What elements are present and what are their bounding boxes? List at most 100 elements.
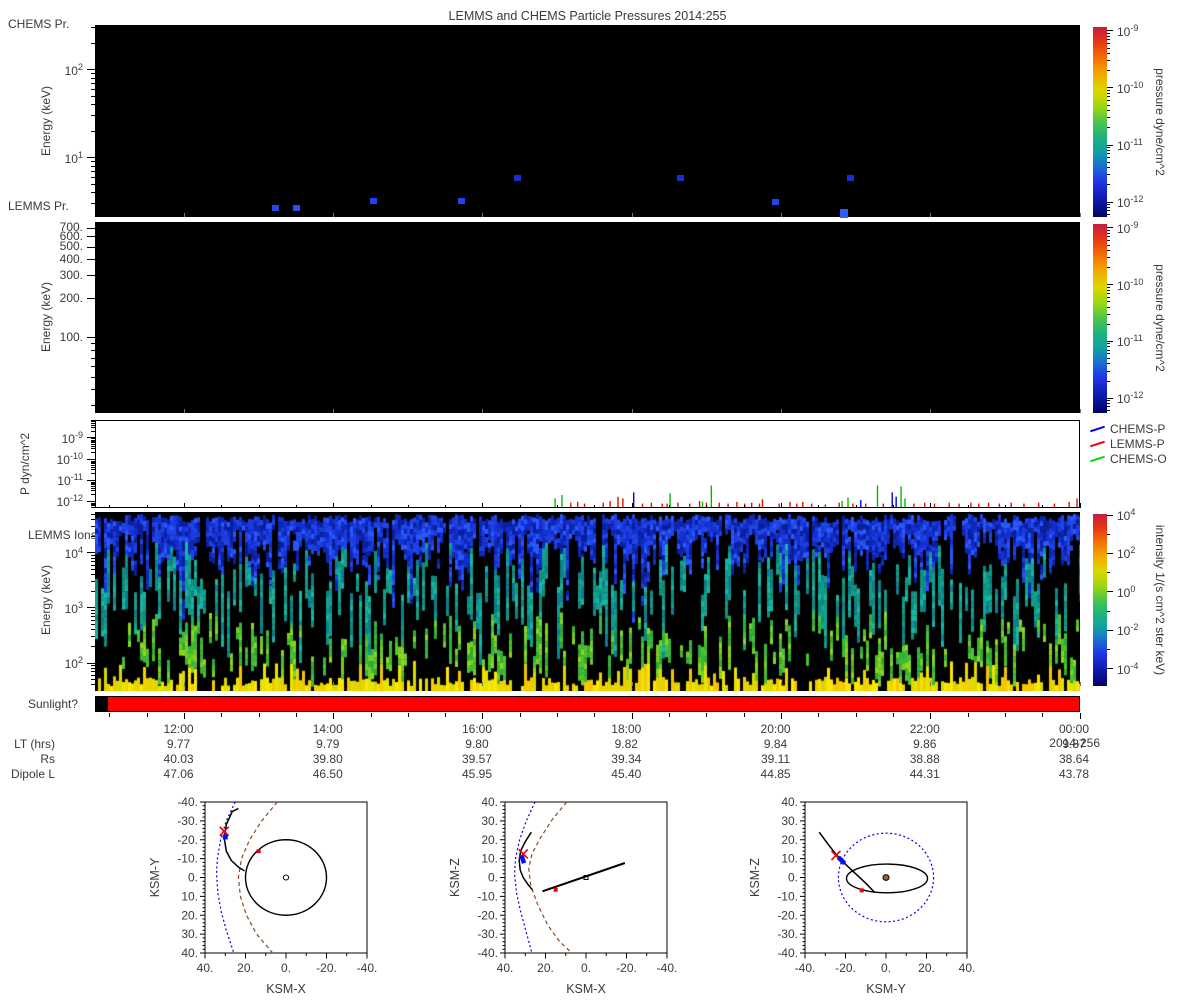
axis-minor-tick — [91, 27, 95, 29]
axis-minor-tick — [91, 192, 95, 194]
panel3-bottom-minor-tick — [221, 505, 223, 508]
panel3-bottom-minor-tick — [855, 505, 857, 508]
axis-minor-tick — [91, 459, 95, 461]
orbit-plot-3: 40. 30. 20. 10. 0. -10. -20. -30. -40.-40. -20. 0.… — [748, 795, 975, 996]
orbit-y-tick-label: 20. — [781, 833, 798, 847]
panel3-bottom-minor-tick — [594, 505, 596, 508]
axis-major-tick — [87, 275, 95, 277]
colorbar-minor-tick — [1107, 90, 1110, 92]
colorbar-tick-label: 10-9 — [1117, 219, 1139, 236]
orbit-square-marker — [256, 849, 261, 854]
axis-minor-tick — [91, 77, 95, 79]
colorbar-minor-tick — [1107, 104, 1110, 106]
panel-bottom-tick — [482, 409, 484, 413]
colorbar-major-tick — [1107, 201, 1113, 203]
rs-value: 39.11 — [760, 752, 791, 766]
end-date-label: 2014-256 — [1049, 736, 1100, 750]
colorbar-minor-tick — [1107, 296, 1110, 298]
lt-value: 9.77 — [166, 737, 191, 751]
colorbar-minor-tick — [1107, 230, 1110, 232]
panel3-bottom-minor-tick — [407, 505, 409, 508]
axis-minor-tick — [91, 104, 95, 106]
colorbar-tick-label: 102 — [1117, 545, 1136, 562]
time-major-tick — [930, 713, 932, 719]
orbit-y-tick-label: 40. — [481, 795, 498, 809]
axis-minor-tick — [91, 424, 95, 426]
time-tick-label: 20:00 — [760, 722, 791, 736]
time-major-tick — [333, 713, 335, 719]
colorbar-tick-label: 10-4 — [1117, 660, 1139, 677]
colorbar-minor-tick — [1107, 357, 1110, 359]
time-major-tick — [482, 713, 484, 719]
lt-value: 9.79 — [316, 737, 340, 751]
orbit-y-tick-label: -10. — [177, 852, 198, 866]
orbit-curve-bow-shock — [513, 801, 536, 954]
colorbar-minor-tick — [1107, 147, 1110, 149]
panel3-bottom-minor-tick — [146, 505, 148, 508]
orbit-y-tick-label: -40. — [177, 795, 198, 809]
axis-minor-tick — [91, 564, 95, 566]
orbit-x-tick-label: -40. — [795, 961, 816, 975]
axis-minor-tick — [91, 473, 95, 475]
axis-minor-tick — [91, 203, 95, 205]
axis-minor-tick — [91, 165, 95, 167]
axis-minor-tick — [91, 684, 95, 686]
axis-minor-tick — [91, 514, 95, 516]
colorbar-minor-tick — [1107, 343, 1110, 345]
orbit-segment-marker — [836, 855, 847, 866]
colorbar-minor-tick — [1107, 363, 1110, 365]
axis-minor-tick — [91, 502, 95, 504]
orbit-x-tick-label: 20. — [918, 961, 935, 975]
colorbar-major-tick — [1107, 87, 1113, 89]
axis-tick-label: 103 — [64, 599, 83, 616]
axis-minor-tick — [91, 612, 95, 614]
time-minor-tick — [519, 713, 521, 717]
axis-minor-tick — [91, 503, 95, 505]
panel3-bottom-major-tick — [930, 503, 932, 508]
axis-minor-tick — [91, 427, 95, 429]
colorbar-minor-tick — [1107, 533, 1110, 535]
colorbar-tick-label: 10-12 — [1117, 194, 1144, 210]
colorbar-minor-tick — [1107, 301, 1110, 303]
orbit-x-tick-label: -20. — [835, 961, 856, 975]
time-minor-tick — [669, 713, 671, 717]
axis-minor-tick — [91, 679, 95, 681]
colorbar-major-tick — [1107, 514, 1113, 516]
orbit-circle — [882, 874, 890, 881]
axis-major-tick — [87, 337, 95, 339]
axis-major-tick — [87, 157, 95, 159]
colorbar-minor-tick — [1107, 100, 1110, 102]
axis-major-tick — [87, 552, 95, 554]
orbit-y-tick-label: 20. — [481, 833, 498, 847]
colorbar-minor-tick — [1107, 33, 1110, 35]
orbit-y-tick-label: 30. — [781, 814, 798, 828]
time-minor-tick — [1042, 713, 1044, 717]
colorbar-minor-tick — [1107, 96, 1110, 98]
colorbar-minor-tick — [1107, 157, 1110, 159]
time-tick-label: 16:00 — [461, 722, 492, 736]
panel3-bottom-minor-tick — [1004, 505, 1006, 508]
panel3-bottom-minor-tick — [445, 505, 447, 508]
panel3-bottom-minor-tick — [1042, 505, 1044, 508]
orbit-y-tick-label: 0. — [488, 871, 498, 885]
axis-major-tick — [87, 246, 95, 248]
colorbar-major-tick — [1107, 227, 1113, 229]
panel-bottom-tick — [482, 213, 484, 217]
lt-value: 9.84 — [763, 737, 788, 751]
panel-bottom-tick — [184, 213, 186, 217]
axis-minor-tick — [91, 645, 95, 647]
axis-minor-tick — [91, 130, 95, 132]
axis-minor-tick — [91, 494, 95, 496]
axis-minor-tick — [91, 183, 95, 185]
axis-minor-tick — [91, 569, 95, 571]
colorbar-minor-tick — [1107, 313, 1110, 315]
panel3-bottom-minor-tick — [370, 505, 372, 508]
panel-bottom-tick — [1079, 213, 1081, 217]
axis-minor-tick — [91, 439, 95, 441]
orbit-y-tick-label: -40. — [477, 946, 498, 960]
axis-minor-tick — [91, 405, 95, 407]
axis-minor-tick — [91, 490, 95, 492]
axis-major-tick — [87, 607, 95, 609]
orbit-y-tick-label: 10. — [781, 852, 798, 866]
axis-minor-tick — [91, 574, 95, 576]
